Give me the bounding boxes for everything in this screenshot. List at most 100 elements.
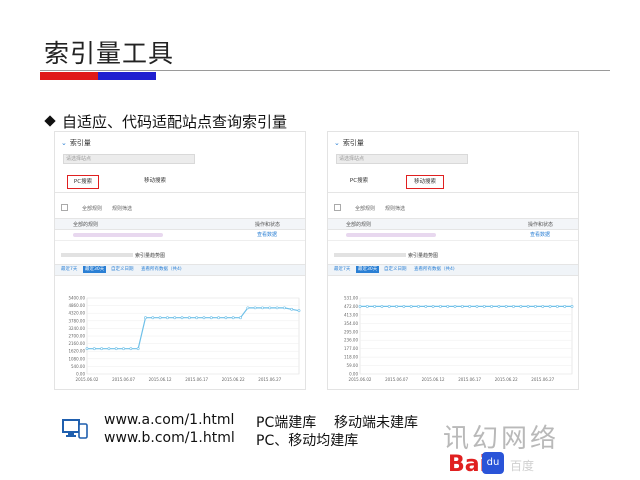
chart-toolbar: 最近7天 最近30天 自定义日期 查看所有数据（共4)	[55, 264, 305, 276]
panel-header[interactable]: ⌄ 索引量	[61, 138, 91, 148]
y-tick-label: 413.00	[344, 312, 358, 317]
view-all-button[interactable]: 查看所有数据（共4)	[139, 266, 184, 273]
chart-caption-line: 索引量趋势图	[61, 252, 165, 259]
search-tabs: PC搜索 移动搜索	[328, 170, 578, 193]
data-point	[290, 307, 294, 311]
tab-pc-search[interactable]: PC搜索	[67, 175, 99, 189]
data-point	[424, 305, 428, 308]
y-tick-label: 3780.00	[68, 318, 85, 323]
data-point	[136, 347, 140, 351]
rule-filters: 全部规则 规则筛选	[334, 204, 415, 212]
table-header: 全部的规则 操作和状态	[328, 218, 578, 230]
data-point	[224, 316, 228, 320]
col-op: 操作和状态	[528, 222, 554, 228]
last-30-days-button[interactable]: 最近30天	[356, 266, 380, 273]
y-tick-label: 118.00	[344, 355, 358, 360]
x-tick-label: 2015.06.02	[76, 377, 99, 382]
y-tick-label: 4860.00	[68, 303, 85, 308]
y-tick-label: 4320.00	[68, 311, 85, 316]
table-row: 查看数据	[55, 230, 305, 241]
data-point	[100, 347, 104, 351]
data-point	[475, 305, 479, 308]
tab-mobile-search[interactable]: 移动搜索	[135, 175, 175, 187]
view-data-link[interactable]: 查看数据	[530, 231, 550, 238]
check-label-filter: 规则筛选	[385, 206, 406, 212]
y-tick-label: 2700.00	[68, 334, 85, 339]
view-data-link[interactable]: 查看数据	[257, 231, 277, 238]
tab-pc-search[interactable]: PC搜索	[344, 175, 374, 187]
url-a: www.a.com/1.html	[104, 412, 235, 428]
watermark-text: 讯幻网络	[443, 424, 560, 454]
check-label-filter: 规则筛选	[112, 206, 133, 212]
last-7-days-button[interactable]: 最近7天	[59, 266, 79, 273]
custom-date-button[interactable]: 自定义日期	[382, 266, 409, 273]
status-a-mobile: 移动端未建库	[334, 415, 418, 431]
view-all-button[interactable]: 查看所有数据（共4)	[412, 266, 457, 273]
data-point	[282, 306, 286, 310]
site-select[interactable]: 请选择站点	[336, 154, 468, 164]
index-chart-mobile: 0.00 59.00 118.00 177.00 236.00 295.00 354.00 4…	[344, 296, 574, 382]
blurred-url	[61, 253, 133, 257]
y-tick-label: 59.00	[347, 363, 359, 368]
data-point	[365, 305, 369, 308]
y-tick-label: 2160.00	[68, 341, 85, 346]
chart-caption: 索引量趋势图	[408, 253, 439, 259]
x-tick-label: 2015.06.22	[495, 377, 518, 382]
chevron-down-icon: ⌄	[334, 139, 340, 147]
title-red-bar	[40, 72, 98, 80]
checkbox[interactable]	[61, 204, 68, 211]
col-rule: 全部的规则	[73, 222, 99, 228]
title-blue-bar	[98, 72, 156, 80]
data-point	[195, 316, 199, 320]
data-point	[409, 305, 413, 308]
data-point	[92, 347, 96, 351]
desktop-mobile-icon	[62, 419, 88, 439]
chart-toolbar: 最近7天 最近30天 自定义日期 查看所有数据（共4)	[328, 264, 578, 276]
checkbox[interactable]	[334, 204, 341, 211]
col-rule: 全部的规则	[346, 222, 372, 228]
data-point	[151, 316, 155, 320]
index-panel-mobile: ⌄ 索引量 请选择站点 PC搜索 移动搜索 全部规则 规则筛选 全部的规则 操作和状…	[327, 131, 579, 390]
tab-mobile-search[interactable]: 移动搜索	[406, 175, 444, 189]
data-point	[387, 305, 391, 308]
data-point	[453, 305, 457, 308]
check-label-all: 全部规则	[355, 206, 376, 212]
x-tick-label: 2015.06.17	[458, 377, 481, 382]
custom-date-button[interactable]: 自定义日期	[109, 266, 136, 273]
x-tick-label: 2015.06.07	[385, 377, 408, 382]
y-tick-label: 531.00	[344, 296, 358, 301]
last-7-days-button[interactable]: 最近7天	[332, 266, 352, 273]
data-point	[158, 316, 162, 320]
data-point	[541, 305, 545, 308]
data-point	[187, 316, 191, 320]
bullet-text: 自适应、代码适配站点查询索引量	[62, 113, 288, 131]
data-point	[107, 347, 111, 351]
data-point	[570, 305, 574, 308]
blurred-url	[334, 253, 406, 257]
data-point	[268, 306, 272, 310]
x-tick-label: 2015.06.12	[422, 377, 445, 382]
data-point	[358, 305, 362, 308]
chart-caption: 索引量趋势图	[135, 253, 166, 259]
y-tick-label: 177.00	[344, 346, 358, 351]
y-tick-label: 295.00	[344, 329, 358, 334]
y-tick-label: 540.00	[71, 364, 85, 369]
panel-header[interactable]: ⌄ 索引量	[334, 138, 364, 148]
data-point	[519, 305, 523, 308]
check-label-all: 全部规则	[82, 206, 103, 212]
data-point	[114, 347, 118, 351]
title-underline	[40, 70, 610, 71]
baidu-logo-sub: 百度	[510, 459, 535, 473]
last-30-days-button[interactable]: 最近30天	[83, 266, 107, 273]
x-tick-label: 2015.06.02	[349, 377, 372, 382]
site-select[interactable]: 请选择站点	[63, 154, 195, 164]
url-b: www.b.com/1.html	[104, 430, 235, 446]
y-tick-label: 1080.00	[68, 356, 85, 361]
plot-area	[359, 297, 573, 375]
y-tick-label: 5400.00	[68, 296, 85, 301]
blurred-rule	[73, 233, 163, 237]
data-point	[85, 347, 89, 351]
x-tick-label: 2015.06.17	[185, 377, 208, 382]
data-point	[246, 306, 250, 310]
data-point	[468, 305, 472, 308]
